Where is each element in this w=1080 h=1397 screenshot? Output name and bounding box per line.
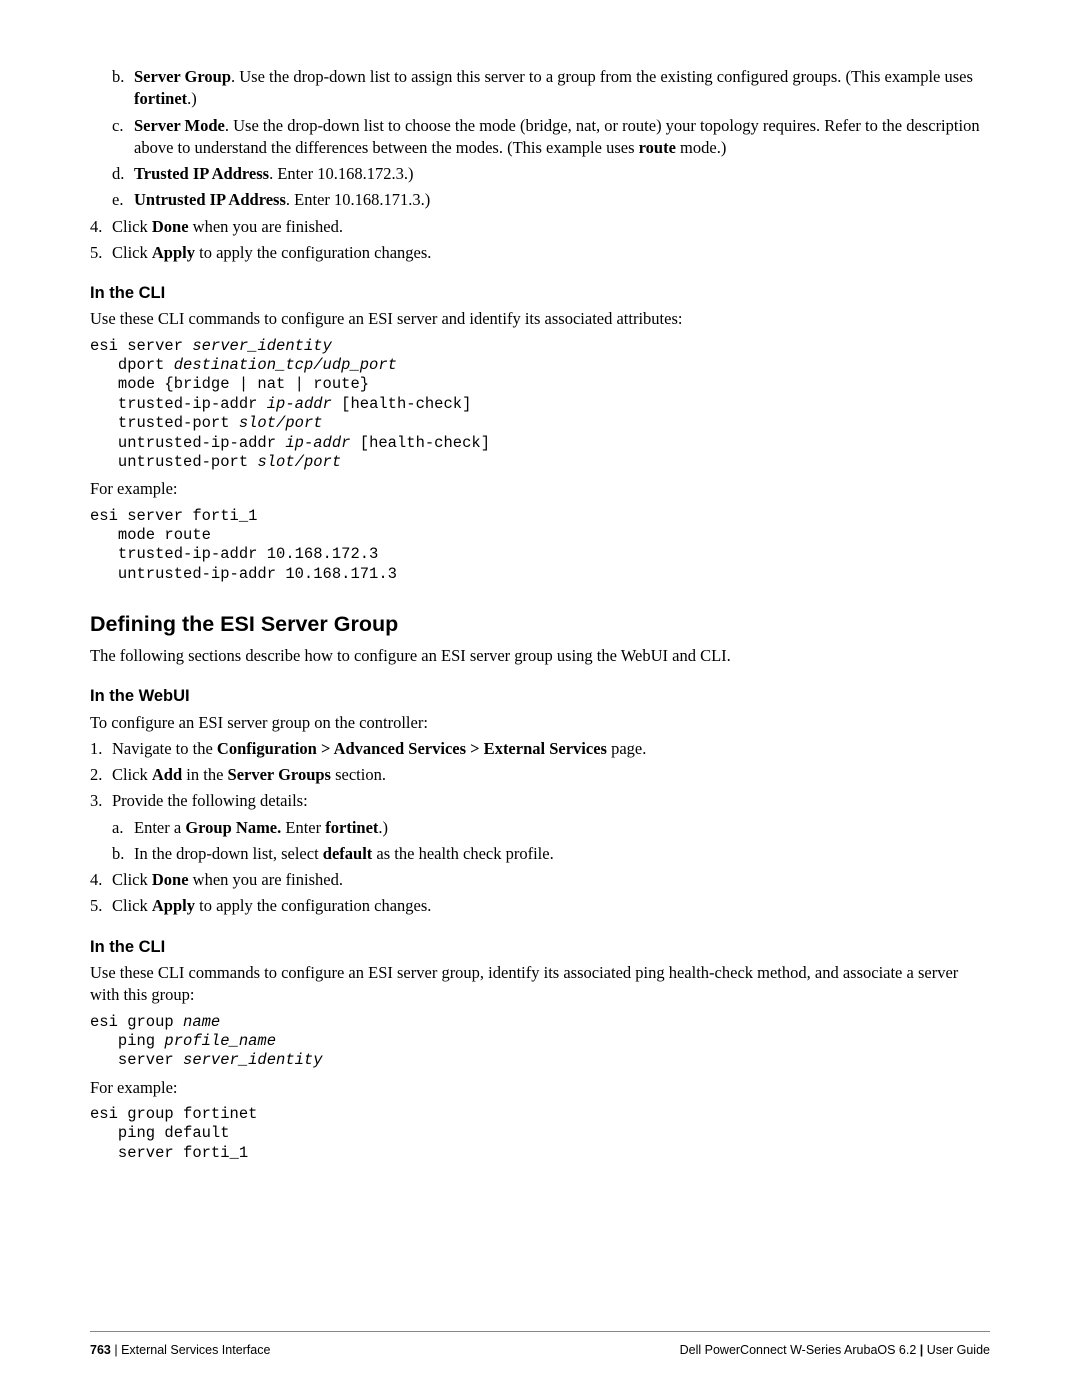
cli1-example-label: For example: [90,478,990,500]
page: b. Server Group. Use the drop-down list … [0,0,1080,1397]
list-text: Provide the following details: [112,791,308,810]
bold-term: Server Group [134,67,231,86]
sublist-item-e: e. Untrusted IP Address. Enter 10.168.17… [112,189,990,211]
footer-separator: | [916,1343,926,1357]
heading-in-the-cli-1: In the CLI [90,282,990,304]
list-text: page. [607,739,646,758]
list-marker: a. [112,817,123,839]
bold-term: Done [152,870,189,889]
list-marker: 4. [90,869,102,891]
webui-steps: 1. Navigate to the Configuration > Advan… [90,738,990,813]
footer-product: Dell PowerConnect W-Series ArubaOS 6.2 [680,1343,917,1357]
list-marker: 3. [90,790,102,812]
list-text: when you are finished. [189,217,343,236]
footer-chapter: External Services Interface [121,1343,270,1357]
top-steps-continued: 4. Click Done when you are finished. 5. … [90,216,990,265]
bold-term: default [323,844,373,863]
footer-left: 763 | External Services Interface [90,1342,270,1359]
list-text: Enter [281,818,325,837]
list-text: Click [112,243,152,262]
cli-code-4: esi group fortinet ping default server f… [90,1105,990,1163]
step-5: 5. Click Apply to apply the configuratio… [90,242,990,264]
list-text: . Enter 10.168.171.3.) [286,190,430,209]
web-step-4: 4. Click Done when you are finished. [90,869,990,891]
list-text: Click [112,870,152,889]
list-marker: 4. [90,216,102,238]
bold-term: route [639,138,676,157]
bold-term: Trusted IP Address [134,164,269,183]
cli2-example-label: For example: [90,1077,990,1099]
bold-term: Server Groups [228,765,331,784]
bold-term: Add [152,765,182,784]
list-marker: 5. [90,242,102,264]
bold-term: fortinet [134,89,187,108]
list-marker: d. [112,163,124,185]
bold-term: Configuration > Advanced Services > Exte… [217,739,607,758]
list-text: . Use the drop-down list to choose the m… [134,116,980,157]
list-text: as the health check profile. [372,844,553,863]
bold-term: Done [152,217,189,236]
heading-in-the-cli-2: In the CLI [90,936,990,958]
bold-term: Apply [152,243,195,262]
server-config-sublist: b. Server Group. Use the drop-down list … [90,66,990,212]
webui-steps-cont: 4. Click Done when you are finished. 5. … [90,869,990,918]
web-step-2: 2. Click Add in the Server Groups sectio… [90,764,990,786]
list-marker: 1. [90,738,102,760]
list-text: to apply the configuration changes. [195,896,431,915]
bold-term: Untrusted IP Address [134,190,286,209]
sublist-item-b: b. Server Group. Use the drop-down list … [112,66,990,111]
list-text: In the drop-down list, select [134,844,323,863]
list-text: mode.) [676,138,726,157]
sublist-item-c: c. Server Mode. Use the drop-down list t… [112,115,990,160]
bold-term: Apply [152,896,195,915]
sublist-item-d: d. Trusted IP Address. Enter 10.168.172.… [112,163,990,185]
list-text: . Enter 10.168.172.3.) [269,164,413,183]
list-text: to apply the configuration changes. [195,243,431,262]
list-text: in the [182,765,227,784]
cli-code-2: esi server forti_1 mode route trusted-ip… [90,507,990,585]
list-marker: b. [112,843,124,865]
webui-sublist: a. Enter a Group Name. Enter fortinet.) … [90,817,990,866]
list-text: . Use the drop-down list to assign this … [231,67,973,86]
list-text: Click [112,896,152,915]
footer-right: Dell PowerConnect W-Series ArubaOS 6.2 |… [680,1342,990,1359]
list-marker: c. [112,115,123,137]
footer-page-number: 763 [90,1343,111,1357]
footer-separator: | [111,1343,121,1357]
list-marker: e. [112,189,123,211]
page-footer: 763 | External Services Interface Dell P… [90,1331,990,1359]
bold-term: Group Name. [185,818,281,837]
list-text: when you are finished. [189,870,343,889]
list-text: Click [112,217,152,236]
def-intro: The following sections describe how to c… [90,645,990,667]
cli1-intro: Use these CLI commands to configure an E… [90,308,990,330]
bold-term: fortinet [325,818,378,837]
cli-code-3: esi group name ping profile_name server … [90,1013,990,1071]
list-marker: 5. [90,895,102,917]
web-substep-a: a. Enter a Group Name. Enter fortinet.) [112,817,990,839]
heading-defining-esi-server-group: Defining the ESI Server Group [90,610,990,639]
footer-guide: User Guide [927,1343,990,1357]
list-text: section. [331,765,386,784]
webui-intro: To configure an ESI server group on the … [90,712,990,734]
web-step-5: 5. Click Apply to apply the configuratio… [90,895,990,917]
web-step-3: 3. Provide the following details: [90,790,990,812]
web-substep-b: b. In the drop-down list, select default… [112,843,990,865]
web-step-1: 1. Navigate to the Configuration > Advan… [90,738,990,760]
list-text: .) [378,818,388,837]
step-4: 4. Click Done when you are finished. [90,216,990,238]
list-text: Enter a [134,818,185,837]
list-text: Click [112,765,152,784]
list-text: .) [187,89,197,108]
heading-in-the-webui: In the WebUI [90,685,990,707]
bold-term: Server Mode [134,116,225,135]
list-text: Navigate to the [112,739,217,758]
list-marker: 2. [90,764,102,786]
cli2-intro: Use these CLI commands to configure an E… [90,962,990,1007]
list-marker: b. [112,66,124,88]
cli-code-1: esi server server_identity dport destina… [90,337,990,473]
